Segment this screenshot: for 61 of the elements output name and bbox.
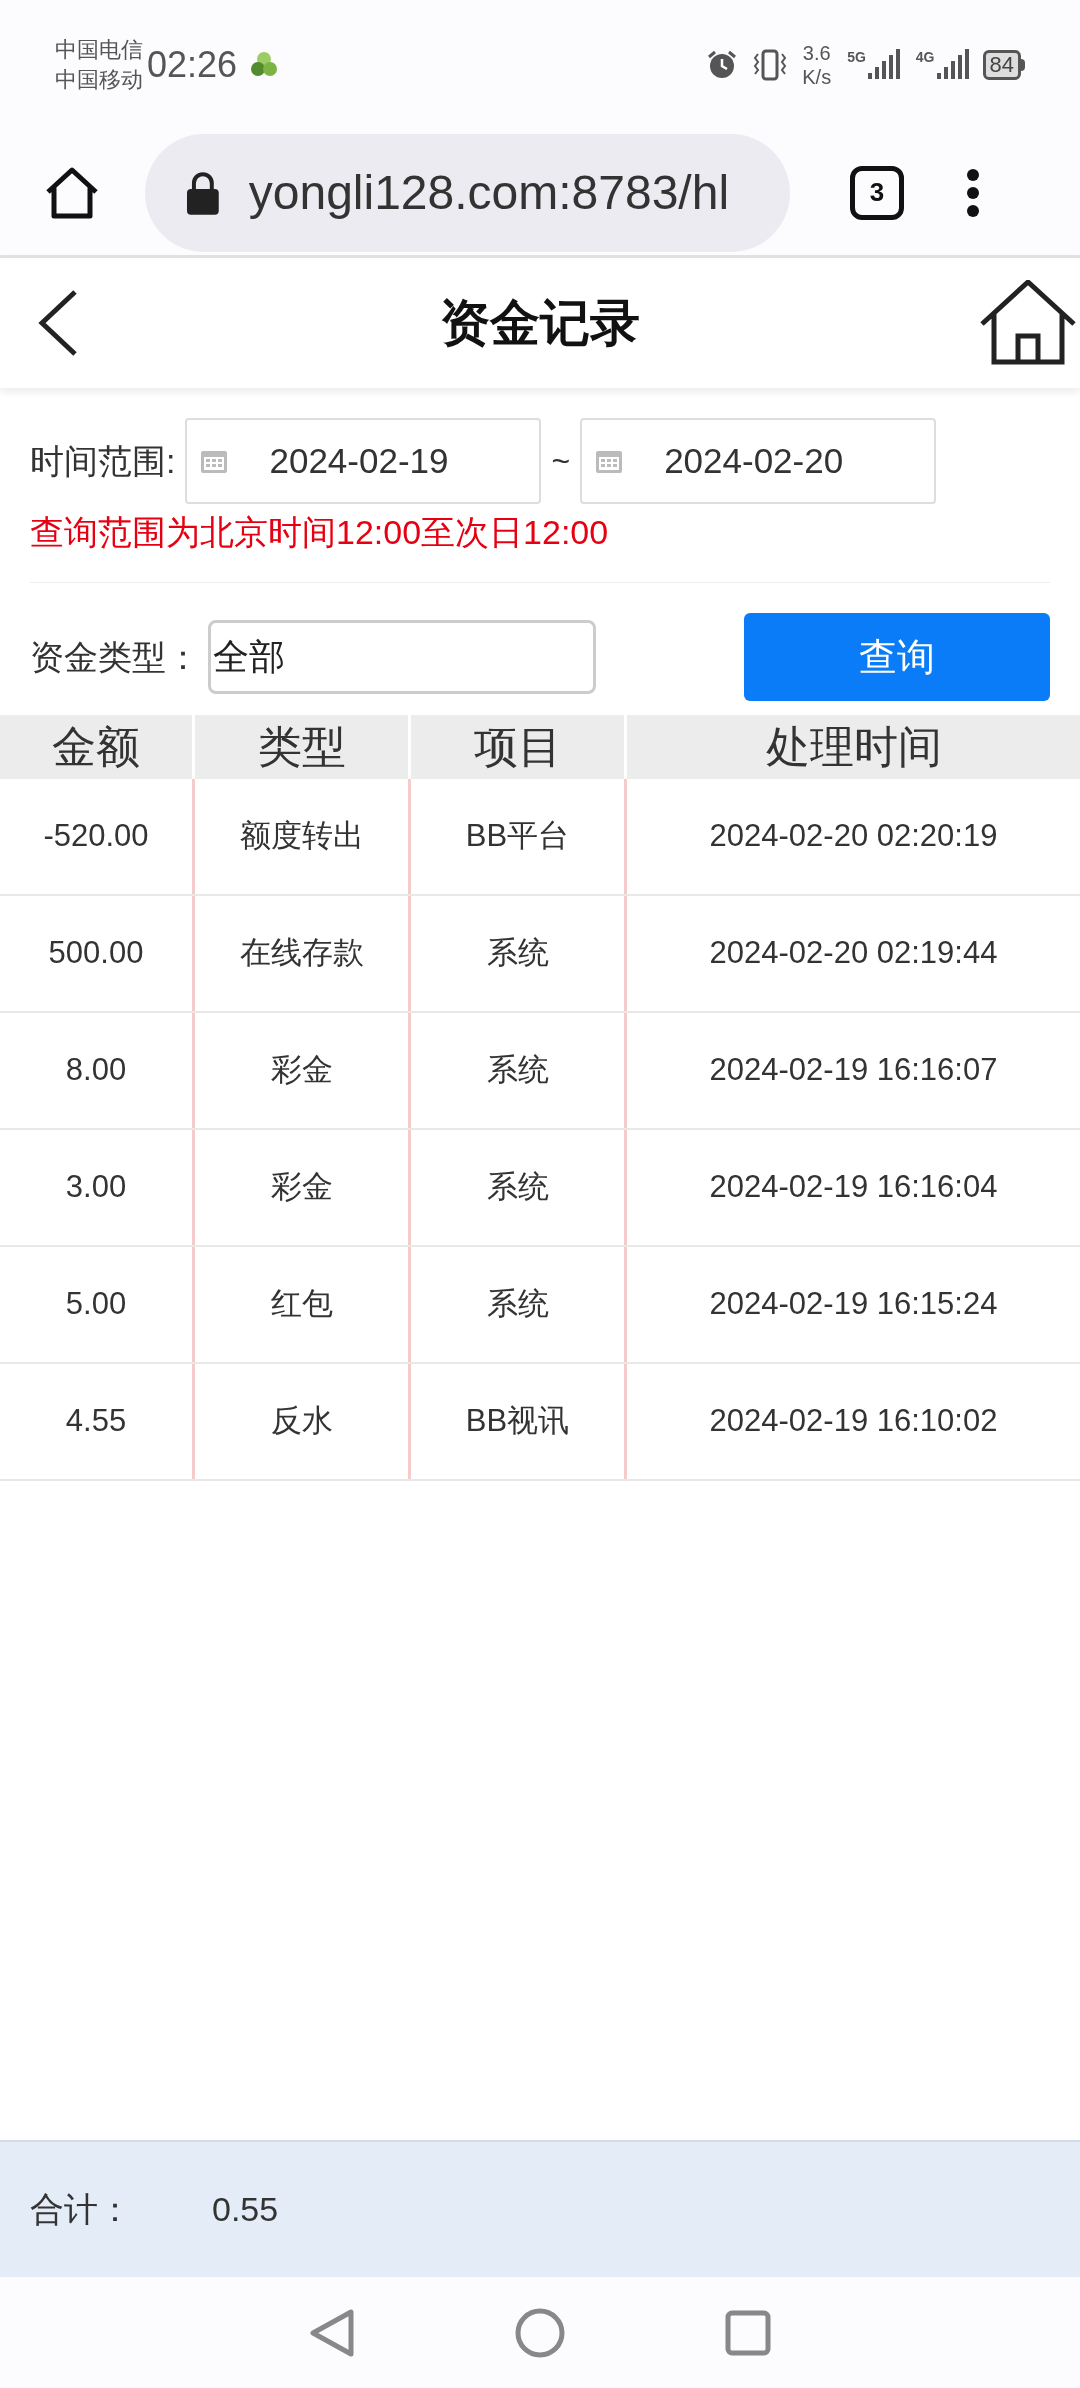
table-cell-text: 2024-02-19 16:16:04 [709, 1168, 998, 1207]
vibrate-icon [752, 48, 789, 82]
address-bar[interactable]: yongli128.com:8783/hl [145, 133, 790, 252]
network-type: 5G [847, 49, 866, 65]
column-header: 项目 [408, 715, 624, 779]
table-cell-text: 系统 [486, 1168, 549, 1207]
battery-level: 84 [982, 50, 1021, 80]
table-cell-text: 2024-02-19 16:15:24 [709, 1285, 998, 1324]
url-text: yongli128.com:8783/hl [248, 165, 730, 219]
table-cell-text: 4.55 [65, 1402, 127, 1441]
table-cell-text: 3.00 [65, 1168, 127, 1207]
column-header: 处理时间 [624, 715, 1080, 779]
signal-icon [934, 49, 969, 81]
search-button[interactable]: 查询 [744, 613, 1050, 701]
back-icon[interactable] [38, 290, 78, 356]
table-cell-text: 系统 [486, 1285, 549, 1324]
page-title: 资金记录 [440, 293, 640, 353]
table-cell-text: 2024-02-20 02:19:44 [709, 934, 998, 973]
alarm-icon [706, 49, 739, 81]
total-value: 0.55 [212, 2189, 279, 2230]
column-header: 类型 [192, 715, 408, 779]
table-cell-text: 彩金 [270, 1168, 333, 1207]
table-cell-text: 在线存款 [239, 934, 364, 973]
field-label: 资金类型： [30, 636, 200, 678]
table-cell-text: 反水 [270, 1402, 333, 1441]
table-cell-text: 500.00 [48, 934, 144, 973]
battery-tip [1021, 59, 1025, 71]
carrier-name: 中国电信 [55, 36, 143, 64]
table-cell-text: 2024-02-19 16:16:07 [709, 1051, 998, 1090]
network-speed: 3.6 [802, 41, 831, 65]
range-separator: ~ [551, 442, 571, 481]
clock-time: 02:26 [147, 43, 238, 87]
date-field[interactable]: 2024-02-19 [185, 418, 542, 504]
home-icon[interactable] [980, 280, 1076, 366]
table-cell-text: BB平台 [465, 817, 570, 856]
lock-icon [185, 169, 221, 216]
table-cell-text: 彩金 [270, 1051, 333, 1090]
table-cell-text: 5.00 [65, 1285, 127, 1324]
date-field[interactable]: 2024-02-20 [580, 418, 937, 504]
signal-icon [865, 49, 900, 81]
table-cell-text: 额度转出 [239, 817, 364, 856]
carrier-name: 中国移动 [55, 66, 143, 94]
menu-icon[interactable] [966, 167, 980, 218]
network-speed: K/s [802, 65, 832, 89]
home-icon[interactable] [44, 165, 100, 220]
table-cell-text: -520.00 [43, 817, 149, 856]
recents-icon[interactable] [725, 2309, 771, 2356]
table-cell-text: 系统 [486, 934, 549, 973]
table-cell-text: 2024-02-19 16:10:02 [709, 1402, 998, 1441]
network-type: 4G [915, 49, 935, 65]
query-note: 查询范围为北京时间12:00至次日12:00 [30, 512, 610, 553]
table-cell-text: BB视讯 [465, 1402, 570, 1441]
column-header: 金额 [0, 715, 192, 779]
fund-type-select[interactable]: 全部 [208, 620, 596, 694]
table-cell-text: 8.00 [65, 1051, 127, 1090]
table-cell-text: 红包 [270, 1285, 333, 1324]
table-cell-text: 系统 [486, 1051, 549, 1090]
table-cell-text: 2024-02-20 02:20:19 [709, 817, 998, 856]
total-label: 合计： [30, 2189, 132, 2230]
field-label: 时间范围: [30, 440, 176, 482]
tab-count-button[interactable]: 3 [850, 165, 904, 220]
